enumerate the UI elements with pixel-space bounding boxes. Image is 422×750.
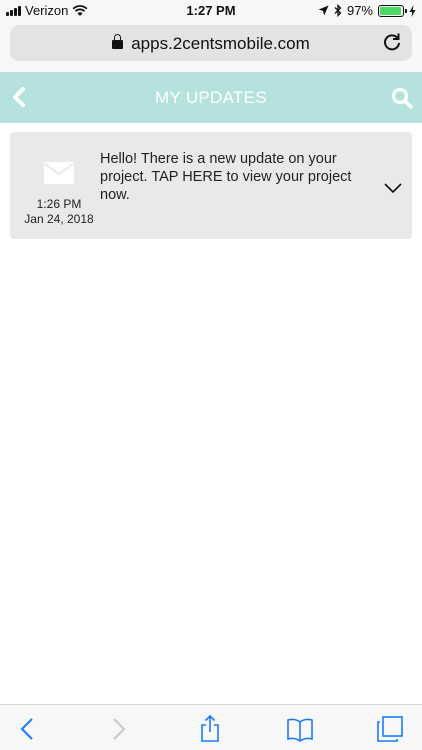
status-right: 97%: [318, 3, 416, 18]
chevron-down-icon[interactable]: [384, 182, 402, 194]
url-display: apps.2centsmobile.com: [10, 34, 412, 54]
envelope-icon: [44, 162, 74, 184]
charging-bolt-icon: [409, 4, 416, 17]
battery-percent: 97%: [346, 3, 373, 18]
app-header: MY UPDATES: [0, 72, 422, 123]
reload-icon[interactable]: [382, 32, 402, 52]
bookmarks-icon[interactable]: [286, 715, 314, 743]
update-card[interactable]: 1:26 PM Jan 24, 2018 Hello! There is a n…: [10, 132, 412, 239]
forward-icon[interactable]: [104, 715, 132, 743]
share-icon[interactable]: [196, 715, 224, 743]
update-time: 1:26 PM: [36, 197, 82, 211]
status-bar: Verizon 1:27 PM 97%: [0, 0, 422, 22]
battery-icon: [378, 4, 407, 17]
url-text: apps.2centsmobile.com: [131, 34, 310, 53]
location-arrow-icon: [318, 5, 329, 16]
tabs-icon[interactable]: [376, 715, 404, 743]
address-bar[interactable]: apps.2centsmobile.com: [10, 25, 412, 61]
lock-icon: [112, 34, 124, 49]
browser-toolbar: [0, 704, 422, 750]
bluetooth-icon: [334, 4, 342, 17]
update-message[interactable]: Hello! There is a new update on your pro…: [100, 150, 370, 204]
back-icon[interactable]: [14, 715, 42, 743]
update-timestamp: 1:26 PM Jan 24, 2018: [20, 197, 98, 227]
search-icon[interactable]: [390, 86, 414, 110]
update-date: Jan 24, 2018: [24, 212, 94, 226]
browser-address-area: apps.2centsmobile.com: [0, 22, 422, 72]
page-title: MY UPDATES: [155, 88, 267, 107]
